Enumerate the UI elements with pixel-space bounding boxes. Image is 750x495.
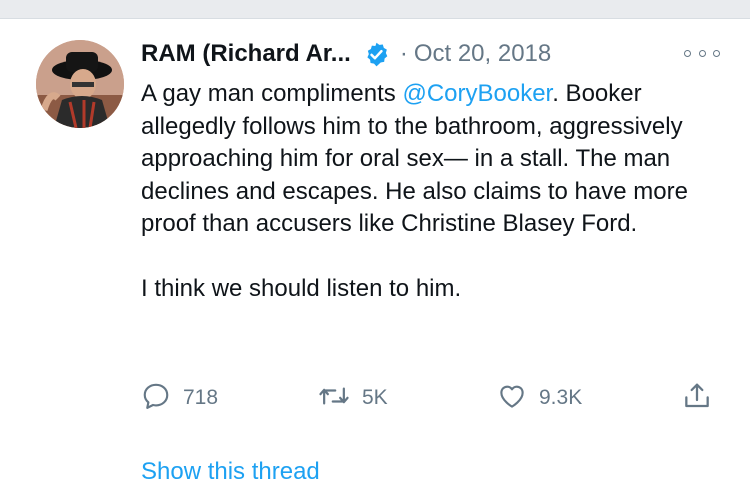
retweet-count: 5K — [362, 386, 388, 409]
retweet-icon — [318, 381, 350, 416]
tweet-date[interactable]: Oct 20, 2018 — [414, 40, 551, 68]
reply-button[interactable]: 718 — [141, 380, 218, 416]
like-count: 9.3K — [539, 386, 583, 409]
tweet-actions: 718 5K 9.3K — [141, 380, 721, 416]
mention-link[interactable]: @CoryBooker — [402, 80, 552, 107]
heart-icon — [497, 381, 527, 416]
avatar-image — [36, 40, 124, 128]
like-button[interactable]: 9.3K — [497, 380, 582, 416]
verified-badge-icon — [363, 41, 390, 68]
tweet-paragraph-1: A gay man compliments @CoryBooker. Booke… — [141, 78, 741, 241]
show-thread-link[interactable]: Show this thread — [141, 458, 320, 486]
tweet-text-part1: A gay man compliments — [141, 80, 403, 107]
reply-icon — [141, 381, 171, 416]
tweet-text: A gay man compliments @CoryBooker. Booke… — [141, 78, 741, 306]
top-divider-bar — [0, 0, 750, 19]
more-options-icon[interactable] — [684, 40, 720, 66]
reply-count: 718 — [183, 386, 219, 409]
tweet-paragraph-2: I think we should listen to him. — [141, 275, 462, 302]
retweet-button[interactable]: 5K — [318, 380, 388, 416]
share-button[interactable] — [681, 380, 713, 416]
tweet-header: RAM (Richard Ar... · Oct 20, 2018 — [141, 36, 721, 72]
avatar[interactable] — [36, 40, 124, 128]
author-name[interactable]: RAM (Richard Ar... — [141, 40, 351, 68]
header-separator: · — [399, 40, 408, 67]
share-icon — [681, 380, 713, 417]
